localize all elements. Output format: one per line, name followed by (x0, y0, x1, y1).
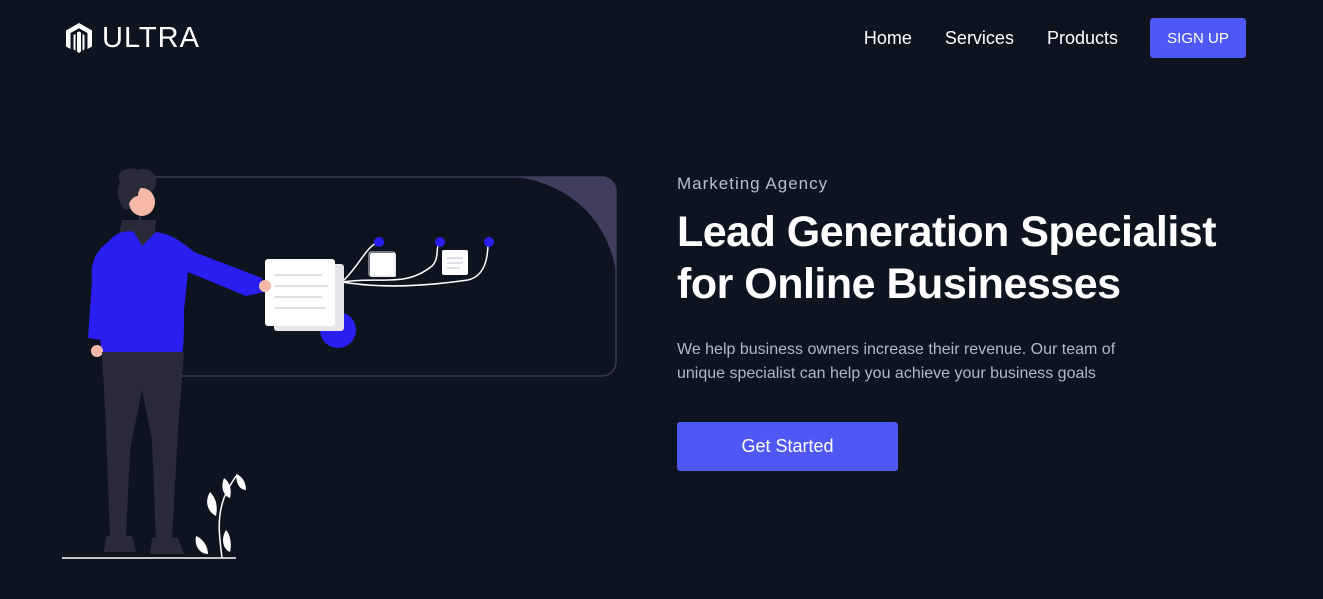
brand-name: ULTRA (102, 22, 200, 54)
document-icon (265, 259, 344, 331)
get-started-button[interactable]: Get Started (677, 422, 898, 471)
nav-link-home[interactable]: Home (864, 28, 912, 49)
plant-decoration (195, 474, 246, 559)
brand-logo[interactable]: ULTRA (64, 22, 200, 54)
headline-line-1: Lead Generation Specialist (677, 208, 1217, 256)
person-figure (88, 168, 271, 554)
headline-line-2: for Online Businesses (677, 260, 1121, 308)
signup-button[interactable]: SIGN UP (1150, 18, 1246, 58)
nav-link-services[interactable]: Services (945, 28, 1014, 49)
hero-illustration (60, 160, 620, 564)
landing-page: ULTRA Home Services Products SIGN UP Mar… (0, 0, 1323, 599)
navbar: ULTRA Home Services Products SIGN UP (0, 0, 1323, 76)
hero-eyebrow: Marketing Agency (677, 174, 829, 193)
nav-links: Home Services Products SIGN UP (864, 18, 1246, 58)
hero-content: Marketing Agency Lead Generation Special… (677, 174, 1257, 471)
nav-link-products[interactable]: Products (1047, 28, 1118, 49)
hero-description: We help business owners increase their r… (677, 341, 1116, 382)
flow-diagram (341, 237, 494, 287)
hero-headline: Lead Generation Specialist for Online Bu… (677, 206, 1237, 310)
magento-logo-icon (64, 22, 94, 54)
